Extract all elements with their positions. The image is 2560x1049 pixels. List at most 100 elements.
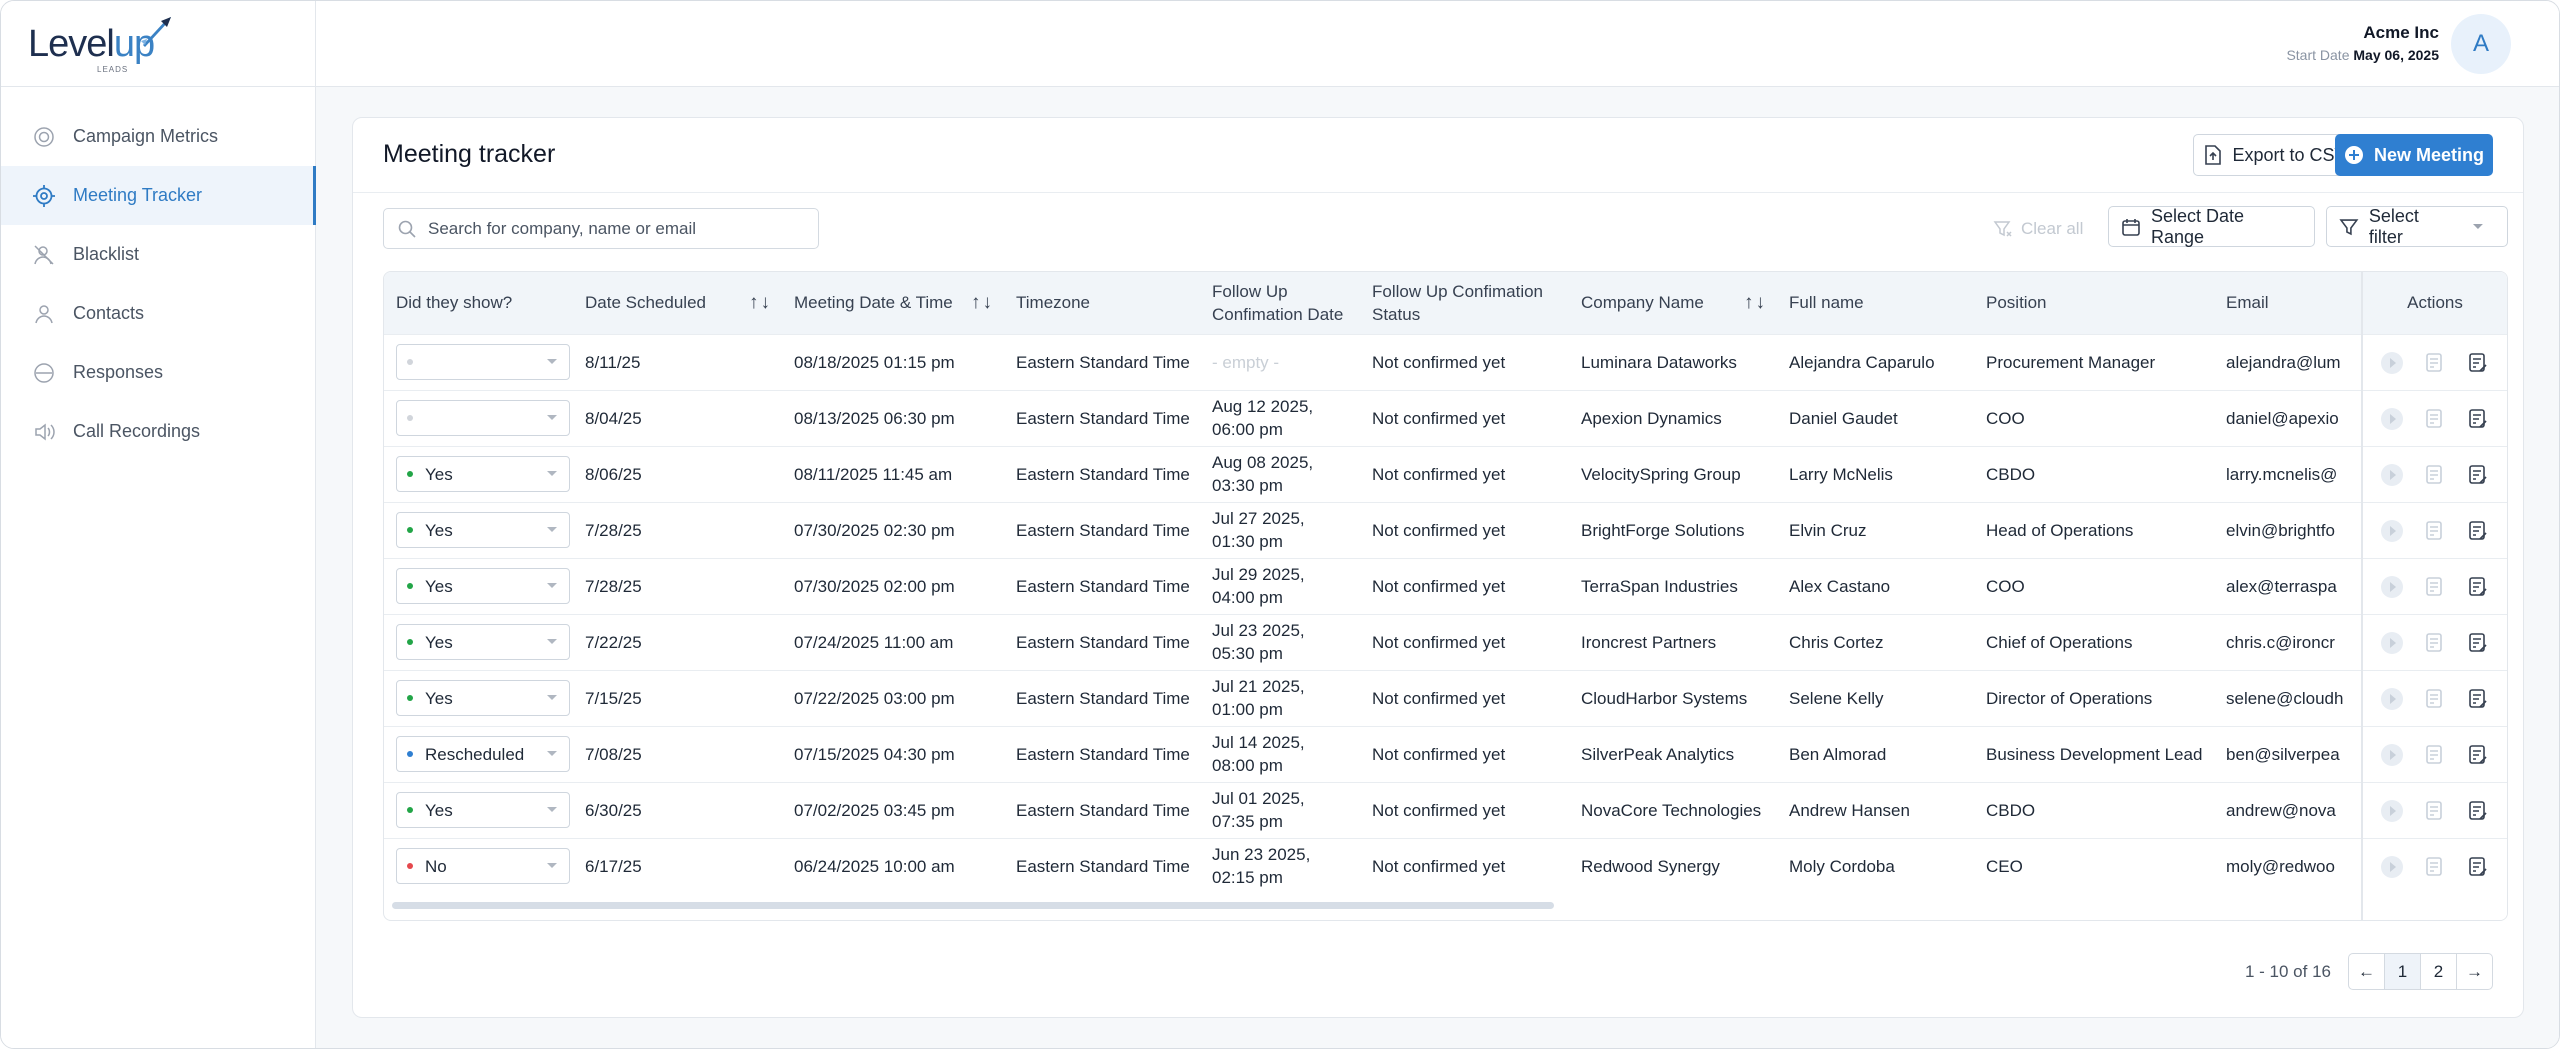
notes-icon[interactable] bbox=[2422, 686, 2448, 712]
edit-notes-icon[interactable] bbox=[2465, 630, 2491, 656]
table-row[interactable]: 8/04/25 08/13/2025 06:30 pm Eastern Standa… bbox=[384, 390, 2507, 446]
filter-clear-icon bbox=[1993, 221, 2012, 237]
sidebar-item-responses[interactable]: Responses bbox=[1, 343, 315, 402]
col-did-they-show[interactable]: Did they show? bbox=[384, 272, 573, 334]
table-row[interactable]: Yes 7/28/25 07/30/2025 02:30 pm Eastern Sta… bbox=[384, 502, 2507, 558]
notes-icon[interactable] bbox=[2422, 854, 2448, 880]
col-meeting-date-time[interactable]: Meeting Date & Time ↑↓ bbox=[782, 272, 1004, 334]
col-timezone[interactable]: Timezone bbox=[1004, 272, 1200, 334]
table-row[interactable]: 8/11/25 08/18/2025 01:15 pm Eastern Standa… bbox=[384, 334, 2507, 390]
company-cell: SilverPeak Analytics bbox=[1581, 744, 1735, 764]
edit-notes-icon[interactable] bbox=[2465, 518, 2491, 544]
sort-icon[interactable]: ↑↓ bbox=[749, 291, 772, 314]
show-status-select[interactable] bbox=[396, 344, 570, 380]
follow-up-date-cell: Jul 21 2025, 01:00 pm bbox=[1212, 677, 1305, 719]
edit-notes-icon[interactable] bbox=[2465, 798, 2491, 824]
prev-page-button[interactable]: ← bbox=[2348, 953, 2385, 990]
page-2-button[interactable]: 2 bbox=[2420, 953, 2457, 990]
col-follow-up-date[interactable]: Follow Up Confimation Date bbox=[1200, 272, 1360, 334]
follow-up-date-cell: Aug 08 2025, 03:30 pm bbox=[1212, 453, 1314, 495]
sidebar-item-contacts[interactable]: Contacts bbox=[1, 284, 315, 343]
show-status-select[interactable]: Yes bbox=[396, 512, 570, 548]
col-follow-up-status[interactable]: Follow Up Confimation Status bbox=[1360, 272, 1569, 334]
table-row[interactable]: Yes 7/22/25 07/24/2025 11:00 am Eastern Sta… bbox=[384, 614, 2507, 670]
position-cell: COO bbox=[1986, 408, 2025, 428]
sidebar-item-campaign-metrics[interactable]: Campaign Metrics bbox=[1, 107, 315, 166]
table-row[interactable]: Yes 7/15/25 07/22/2025 03:00 pm Eastern Sta… bbox=[384, 670, 2507, 726]
clear-all-button[interactable]: Clear all bbox=[1993, 219, 2083, 239]
sort-icon[interactable]: ↑↓ bbox=[971, 291, 994, 314]
col-full-name[interactable]: Full name bbox=[1777, 272, 1974, 334]
play-icon[interactable] bbox=[2379, 406, 2405, 432]
follow-up-date-cell: - empty - bbox=[1212, 352, 1280, 372]
select-date-range-button[interactable]: Select Date Range bbox=[2108, 206, 2315, 247]
play-icon[interactable] bbox=[2379, 462, 2405, 488]
show-status-select[interactable]: Yes bbox=[396, 624, 570, 660]
notes-icon[interactable] bbox=[2422, 350, 2448, 376]
export-csv-button[interactable]: Export to CSV bbox=[2193, 134, 2358, 176]
edit-notes-icon[interactable] bbox=[2465, 462, 2491, 488]
play-icon[interactable] bbox=[2379, 798, 2405, 824]
avatar[interactable]: A bbox=[2451, 14, 2511, 74]
status-dot bbox=[407, 807, 413, 813]
chevron-down-icon bbox=[547, 695, 557, 700]
next-page-button[interactable]: → bbox=[2456, 953, 2493, 990]
play-icon[interactable] bbox=[2379, 742, 2405, 768]
edit-notes-icon[interactable] bbox=[2465, 686, 2491, 712]
play-icon[interactable] bbox=[2379, 854, 2405, 880]
notes-icon[interactable] bbox=[2422, 462, 2448, 488]
timezone-cell: Eastern Standard Time bbox=[1016, 520, 1190, 540]
sidebar-item-blacklist[interactable]: Blacklist bbox=[1, 225, 315, 284]
edit-notes-icon[interactable] bbox=[2465, 350, 2491, 376]
search-box[interactable] bbox=[383, 208, 819, 249]
page-1-button[interactable]: 1 bbox=[2384, 953, 2421, 990]
show-status-select[interactable]: Yes bbox=[396, 680, 570, 716]
table-row[interactable]: Rescheduled 7/08/25 07/15/2025 04:30 pm Eas… bbox=[384, 726, 2507, 782]
play-icon[interactable] bbox=[2379, 686, 2405, 712]
sidebar-item-label: Meeting Tracker bbox=[73, 185, 203, 205]
col-company-name[interactable]: Company Name ↑↓ bbox=[1569, 272, 1777, 334]
sidebar-item-meeting-tracker[interactable]: Meeting Tracker bbox=[1, 166, 316, 225]
edit-notes-icon[interactable] bbox=[2465, 854, 2491, 880]
play-icon[interactable] bbox=[2379, 350, 2405, 376]
play-icon[interactable] bbox=[2379, 574, 2405, 600]
horizontal-scrollbar[interactable] bbox=[392, 902, 1554, 909]
show-status-select[interactable]: No bbox=[396, 848, 570, 885]
show-cell bbox=[384, 334, 573, 390]
notes-icon[interactable] bbox=[2422, 630, 2448, 656]
col-position[interactable]: Position bbox=[1974, 272, 2214, 334]
show-status-select[interactable]: Yes bbox=[396, 456, 570, 492]
table-row[interactable]: Yes 7/28/25 07/30/2025 02:00 pm Eastern Sta… bbox=[384, 558, 2507, 614]
edit-notes-icon[interactable] bbox=[2465, 574, 2491, 600]
logo[interactable]: Levelup LEADS bbox=[1, 1, 315, 87]
select-filter-dropdown[interactable]: Select filter bbox=[2326, 206, 2508, 247]
table-row[interactable]: Yes 6/30/25 07/02/2025 03:45 pm Eastern Sta… bbox=[384, 782, 2507, 838]
status-dot bbox=[407, 639, 413, 645]
timezone-cell: Eastern Standard Time bbox=[1016, 408, 1190, 428]
notes-icon[interactable] bbox=[2422, 406, 2448, 432]
search-input[interactable] bbox=[428, 218, 808, 239]
notes-icon[interactable] bbox=[2422, 798, 2448, 824]
notes-icon[interactable] bbox=[2422, 742, 2448, 768]
show-status-select[interactable]: Yes bbox=[396, 792, 570, 828]
new-meeting-button[interactable]: New Meeting bbox=[2335, 134, 2493, 176]
notes-icon[interactable] bbox=[2422, 518, 2448, 544]
play-icon[interactable] bbox=[2379, 630, 2405, 656]
play-icon[interactable] bbox=[2379, 518, 2405, 544]
meetings-table-container[interactable]: Did they show? Date Scheduled ↑↓ Meeting … bbox=[383, 271, 2508, 921]
table-row[interactable]: Yes 8/06/25 08/11/2025 11:45 am Eastern Sta… bbox=[384, 446, 2507, 502]
follow-up-status-cell: Not confirmed yet bbox=[1372, 800, 1506, 820]
col-date-scheduled[interactable]: Date Scheduled ↑↓ bbox=[573, 272, 782, 334]
edit-notes-icon[interactable] bbox=[2465, 742, 2491, 768]
full-name-cell: Alejandra Caparulo bbox=[1789, 352, 1935, 372]
sort-icon[interactable]: ↑↓ bbox=[1744, 291, 1767, 314]
notes-icon[interactable] bbox=[2422, 574, 2448, 600]
show-status-select[interactable]: Yes bbox=[396, 568, 570, 604]
sidebar-item-call-recordings[interactable]: Call Recordings bbox=[1, 402, 315, 461]
show-status-select[interactable] bbox=[396, 400, 570, 436]
show-status-select[interactable]: Rescheduled bbox=[396, 736, 570, 772]
follow-up-status-cell: Not confirmed yet bbox=[1372, 688, 1506, 708]
table-row[interactable]: No 6/17/25 06/24/2025 10:00 am Eastern Stan… bbox=[384, 838, 2507, 894]
filter-icon bbox=[2339, 218, 2359, 235]
edit-notes-icon[interactable] bbox=[2465, 406, 2491, 432]
